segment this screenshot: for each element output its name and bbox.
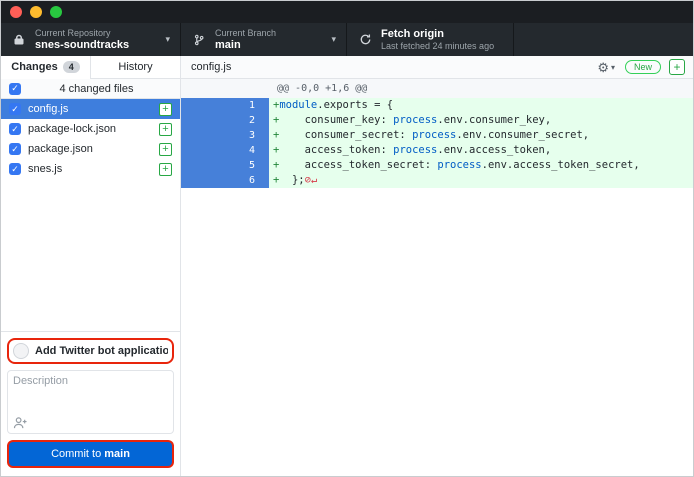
added-file-status-icon: + [159,143,172,156]
file-name: snes.js [28,163,62,175]
file-name: config.js [28,103,68,115]
person-add-icon [13,416,28,429]
toolbar-empty-space [514,23,693,56]
diff-line: 5+ access_token_secret: process.env.acce… [181,158,693,173]
file-include-checkbox[interactable]: ✓ [9,123,21,135]
file-include-checkbox[interactable]: ✓ [9,163,21,175]
file-status-badge: New [625,60,661,74]
diff-hunk-header: @@ -0,0 +1,6 @@ [181,79,693,98]
file-row[interactable]: ✓ snes.js + [1,159,180,179]
minimize-window-button[interactable] [30,6,42,18]
diff-line: 6+ };⊘↵ [181,173,693,188]
chevron-down-icon: ▾ [325,34,336,45]
fetch-origin-button[interactable]: Fetch origin Last fetched 24 minutes ago [347,23,514,56]
check-icon: ✓ [11,125,19,134]
select-all-checkbox[interactable]: ✓ [9,83,21,95]
current-repository-label: Current Repository [35,28,129,39]
check-icon: ✓ [11,105,19,114]
commit-panel: Commit to main [1,331,180,476]
app-window: Current Repository snes-soundtracks ▾ Cu… [0,0,694,477]
file-row[interactable]: ✓ package.json + [1,139,180,159]
current-branch-text: Current Branch main [215,28,276,52]
diff-line-number[interactable]: 6 [181,173,269,188]
current-repository-value: snes-soundtracks [35,39,129,52]
zoom-window-button[interactable] [50,6,62,18]
diff-code: +module.exports = { [269,98,693,113]
tab-history-label: History [118,61,152,73]
current-repository-text: Current Repository snes-soundtracks [35,28,129,52]
titlebar [1,1,693,23]
diff-code: + consumer_secret: process.env.consumer_… [269,128,693,143]
lock-icon [11,34,27,46]
diff-code: + access_token_secret: process.env.acces… [269,158,693,173]
file-list: ✓ config.js + ✓ package-lock.json + ✓ package.j… [1,99,180,179]
add-coauthor-button[interactable] [13,416,28,429]
diff-line-number[interactable]: 2 [181,113,269,128]
added-file-status-icon: + [159,103,172,116]
file-include-checkbox[interactable]: ✓ [9,143,21,155]
changes-sidebar: Changes 4 History ✓ 4 changed files ✓ con… [1,56,181,476]
diff-code: + access_token: process.env.access_token… [269,143,693,158]
current-branch-dropdown[interactable]: Current Branch main ▾ [181,23,347,56]
toolbar: Current Repository snes-soundtracks ▾ Cu… [1,23,693,56]
tab-changes[interactable]: Changes 4 [1,56,90,79]
diff-options-button[interactable]: ⚙ ▾ [597,61,615,74]
diff-file-title: config.js [191,61,597,73]
git-branch-icon [191,34,207,46]
changed-files-header: ✓ 4 changed files [1,79,180,99]
fetch-origin-sublabel: Last fetched 24 minutes ago [381,41,494,52]
plus-icon: + [673,60,680,74]
fetch-origin-label: Fetch origin [381,28,494,41]
diff-line: 1+module.exports = { [181,98,693,113]
diff-code: + consumer_key: process.env.consumer_key… [269,113,693,128]
file-include-checkbox[interactable]: ✓ [9,103,21,115]
added-file-status-icon: + [159,123,172,136]
current-branch-label: Current Branch [215,28,276,39]
diff-line-number[interactable]: 3 [181,128,269,143]
close-window-button[interactable] [10,6,22,18]
changes-count-badge: 4 [63,61,80,73]
file-row[interactable]: ✓ config.js + [1,99,180,119]
diff-line-number[interactable]: 4 [181,143,269,158]
current-branch-value: main [215,39,276,52]
fetch-origin-text: Fetch origin Last fetched 24 minutes ago [381,28,494,52]
sidebar-tabs: Changes 4 History [1,56,180,79]
chevron-down-icon: ▾ [159,34,170,45]
diff-line-number[interactable]: 5 [181,158,269,173]
file-row[interactable]: ✓ package-lock.json + [1,119,180,139]
commit-description-box [7,370,174,434]
sidebar-empty-space [1,179,180,331]
check-icon: ✓ [11,84,19,93]
diff-line-number[interactable]: 1 [181,98,269,113]
tab-history[interactable]: History [90,56,180,79]
gear-icon: ⚙ [597,61,609,74]
diff-line: 4+ access_token: process.env.access_toke… [181,143,693,158]
diff-line: 2+ consumer_key: process.env.consumer_ke… [181,113,693,128]
commit-description-input[interactable] [13,375,168,416]
commit-button-branch: main [104,448,130,460]
commit-button[interactable]: Commit to main [9,442,172,466]
tab-changes-label: Changes [11,61,57,73]
chevron-down-icon: ▾ [611,63,615,72]
diff-view: @@ -0,0 +1,6 @@ 1+module.exports = {2+ c… [181,79,693,476]
diff-panel: config.js ⚙ ▾ New + @@ -0,0 +1,6 @@ 1+mo… [181,56,693,476]
diff-lines: 1+module.exports = {2+ consumer_key: pro… [181,98,693,188]
commit-button-prefix: Commit to [51,448,104,460]
diff-code: + };⊘↵ [269,173,693,188]
commit-summary-row [9,340,172,362]
added-file-status-icon: + [159,163,172,176]
sync-icon [357,33,373,46]
expand-diff-button[interactable]: + [669,59,685,75]
file-name: package.json [28,143,93,155]
check-icon: ✓ [11,145,19,154]
file-name: package-lock.json [28,123,116,135]
changed-files-count: 4 changed files [21,83,172,95]
diff-file-header: config.js ⚙ ▾ New + [181,56,693,79]
diff-line: 3+ consumer_secret: process.env.consumer… [181,128,693,143]
avatar [13,343,29,359]
current-repository-dropdown[interactable]: Current Repository snes-soundtracks ▾ [1,23,181,56]
check-icon: ✓ [11,165,19,174]
commit-summary-input[interactable] [35,345,168,357]
